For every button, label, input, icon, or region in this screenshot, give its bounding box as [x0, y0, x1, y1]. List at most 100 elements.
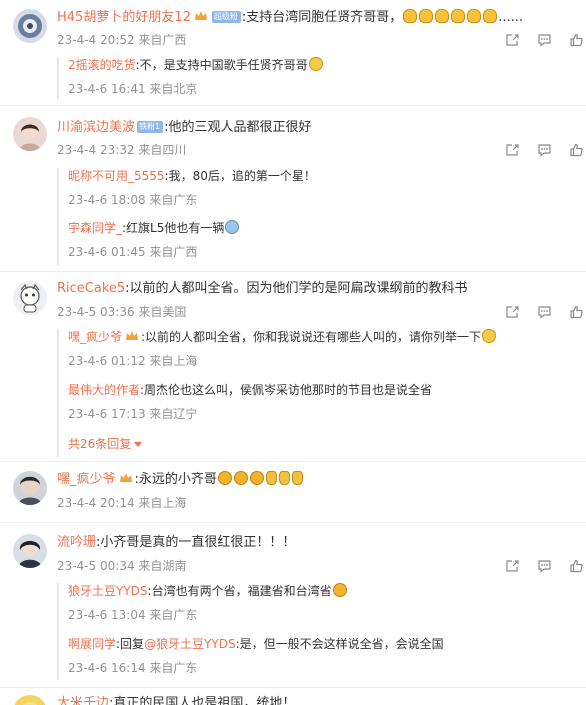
comment-username[interactable]: 流吟珊 [57, 535, 96, 550]
comment-text: RiceCake5:以前的人都叫全省。因为他们学的是阿扁改课纲前的教科书 [57, 280, 468, 298]
comment-item: H45胡萝卜的好朋友12 超级粉:支持台湾同胞任贤齐哥哥，...... 23-4-… [0, 0, 586, 99]
reply-text: :我，80后，追的第一个星！ [164, 169, 316, 183]
reply-text: :周杰伦也这么叫，侯佩岑采访他那时的节目也是说全省 [140, 383, 433, 397]
reply-meta: 23-4-6 18:08 来自广东 [68, 193, 198, 207]
comment-button[interactable] [528, 304, 560, 320]
reply-item: 最伟大的作者:周杰伦也这么叫，侯佩岑采访他那时的节目也是说全省 23-4-6 1… [68, 382, 432, 422]
avatar[interactable] [13, 534, 47, 568]
share-button[interactable] [496, 558, 528, 574]
divider [0, 687, 586, 688]
crown-icon [119, 472, 133, 484]
avatar[interactable] [13, 471, 47, 505]
thumbs-up-icon [569, 33, 583, 47]
comment-item: 嘿_疯少爷 :永远的小齐哥 23-4-4 20:14 来自上海 [0, 468, 586, 518]
comment-body: :支持台湾同胞任贤齐哥哥， [241, 10, 403, 25]
more-replies-label: 共26条回复 [68, 437, 132, 451]
reply-item: 啊展同学:回复@狼牙土豆YYDS:是，但一般不会这样说全省，会说全国 23-4-… [68, 636, 444, 676]
thumbs-up-emoji-icon [278, 471, 290, 485]
comment-body: :永远的小齐哥 [134, 472, 217, 487]
comment-meta: 23-4-4 23:32 来自四川 [57, 143, 187, 157]
reply-mention-link[interactable]: @狼牙土豆YYDS [144, 637, 236, 651]
thumbs-up-icon [569, 143, 583, 157]
comment-meta: 23-4-4 20:14 来自上海 [57, 496, 187, 510]
clap-emoji-icon [419, 9, 434, 23]
divider [0, 271, 586, 272]
comment-button[interactable] [528, 558, 560, 574]
comment-text: 川渝滨边美波 铁粉1:他的三观人品都很正很好 [57, 119, 312, 137]
share-button[interactable] [496, 304, 528, 320]
avatar[interactable] [13, 117, 47, 151]
clap-emoji-icon [483, 9, 498, 23]
share-button[interactable] [496, 32, 528, 48]
reply-username[interactable]: 最伟大的作者 [68, 383, 140, 397]
reply-text: :不，是支持中国歌手任贤齐哥哥 [135, 58, 308, 72]
reply-text: :红旗L5他也有一辆 [122, 221, 225, 235]
share-icon [505, 34, 519, 46]
comment-icon [537, 144, 551, 157]
reply-username[interactable]: 啊展同学 [68, 637, 116, 651]
reply-username[interactable]: 嘿_疯少爷 [68, 330, 122, 344]
comment-actions [496, 142, 586, 158]
like-button[interactable] [560, 142, 586, 158]
reply-username[interactable]: 2摇滚的吃货 [68, 58, 136, 72]
comment-username[interactable]: 川渝滨边美波 [57, 120, 135, 135]
comment-username[interactable]: 大米千边 [57, 696, 109, 705]
thumbs-up-icon [569, 559, 583, 573]
avatar[interactable] [13, 281, 47, 315]
like-button[interactable] [560, 558, 586, 574]
reply-meta: 23-4-6 17:13 来自辽宁 [68, 407, 198, 421]
avatar[interactable] [13, 695, 47, 705]
reply-text: :以前的人都叫全省，你和我说说还有哪些人叫的，请你列举一下 [141, 330, 482, 344]
reply-meta: 23-4-6 13:04 来自广东 [68, 608, 198, 622]
share-button[interactable] [496, 142, 528, 158]
comment-body: :他的三观人品都很正很好 [164, 120, 312, 135]
more-replies-link[interactable]: 共26条回复 [68, 435, 143, 452]
reply-username[interactable]: 狼牙土豆YYDS [68, 584, 148, 598]
reply-item: 昵称不可用_5555:我，80后，追的第一个星！ 23-4-6 18:08 来自… [68, 168, 316, 208]
reply-username[interactable]: 昵称不可用_5555 [68, 169, 165, 183]
comment-button[interactable] [528, 142, 560, 158]
share-icon [505, 144, 519, 156]
reply-item: 嘿_疯少爷:以前的人都叫全省，你和我说说还有哪些人叫的，请你列举一下 23-4-… [68, 329, 497, 369]
thumbs-up-icon [569, 305, 583, 319]
comment-icon [537, 34, 551, 47]
comment-actions [496, 32, 586, 48]
fan-badge: 铁粉1 [137, 120, 164, 133]
reply-text: :回复 [116, 637, 145, 651]
comment-username[interactable]: RiceCake5 [57, 281, 125, 296]
cat-emoji-icon [308, 57, 323, 71]
reply-username[interactable]: 宇森同学_ [68, 221, 122, 235]
comment-icon [537, 560, 551, 573]
emoji-icon [249, 471, 264, 485]
emoji-icon [217, 471, 232, 485]
fan-badge: 超级粉 [211, 10, 241, 23]
comment-icon [537, 306, 551, 319]
like-button[interactable] [560, 304, 586, 320]
clap-emoji-icon [467, 9, 482, 23]
crown-icon [194, 10, 208, 22]
reply-list: 嘿_疯少爷 :以前的人都叫全省，你和我说说还有哪些人叫的，请你列举一下 23-4-… [57, 329, 586, 457]
comment-button[interactable] [528, 32, 560, 48]
emoji-icon [332, 583, 347, 597]
comment-body: :真正的民国人也是祖国，统地！ [109, 696, 296, 705]
crown-icon [125, 330, 139, 342]
clap-emoji-icon [451, 9, 466, 23]
divider [0, 522, 586, 523]
reply-item: 宇森同学_:红旗L5他也有一辆 23-4-6 01:45 来自广西 [68, 220, 240, 260]
avatar[interactable] [13, 9, 47, 43]
like-button[interactable] [560, 32, 586, 48]
comment-item: 川渝滨边美波 铁粉1:他的三观人品都很正很好 23-4-4 23:32 来自四川 … [0, 115, 586, 265]
comment-body: :以前的人都叫全省。因为他们学的是阿扁改课纲前的教科书 [125, 281, 468, 296]
comment-text: 流吟珊:小齐哥是真的一直很红很正！！！ [57, 534, 295, 552]
thumbs-up-emoji-icon [265, 471, 277, 485]
divider [0, 461, 586, 462]
comment-text: 嘿_疯少爷 :永远的小齐哥 [57, 471, 304, 489]
comment-item: 流吟珊:小齐哥是真的一直很红很正！！！ 23-4-5 00:34 来自湖南 狼牙… [0, 532, 586, 682]
share-icon [505, 306, 519, 318]
comment-body: :小齐哥是真的一直很红很正！！！ [96, 535, 296, 550]
emoji-icon [233, 471, 248, 485]
thumbs-up-emoji-icon [291, 471, 303, 485]
comment-username[interactable]: H45胡萝卜的好朋友12 [57, 10, 191, 25]
comment-meta: 23-4-5 00:34 来自湖南 [57, 559, 187, 573]
comment-username[interactable]: 嘿_疯少爷 [57, 472, 116, 487]
